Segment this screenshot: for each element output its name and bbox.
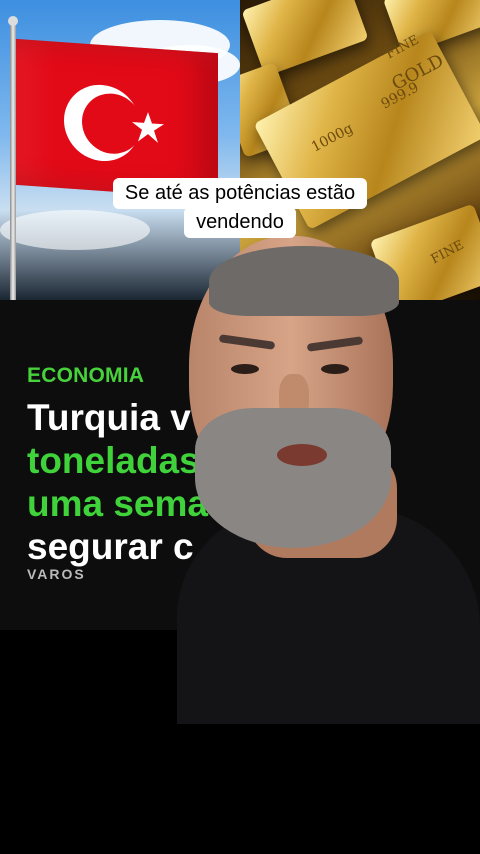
brand-logo: VAROS — [27, 566, 86, 582]
caption-line: vendendo — [184, 207, 296, 238]
turkish-flag — [16, 38, 218, 200]
caption-line: Se até as potências estão — [112, 178, 368, 209]
video-caption: Se até as potências estão vendendo — [0, 178, 480, 238]
category-tag: ECONOMIA — [27, 364, 145, 387]
presenter-beard — [195, 408, 391, 548]
presenter-video — [177, 218, 480, 724]
